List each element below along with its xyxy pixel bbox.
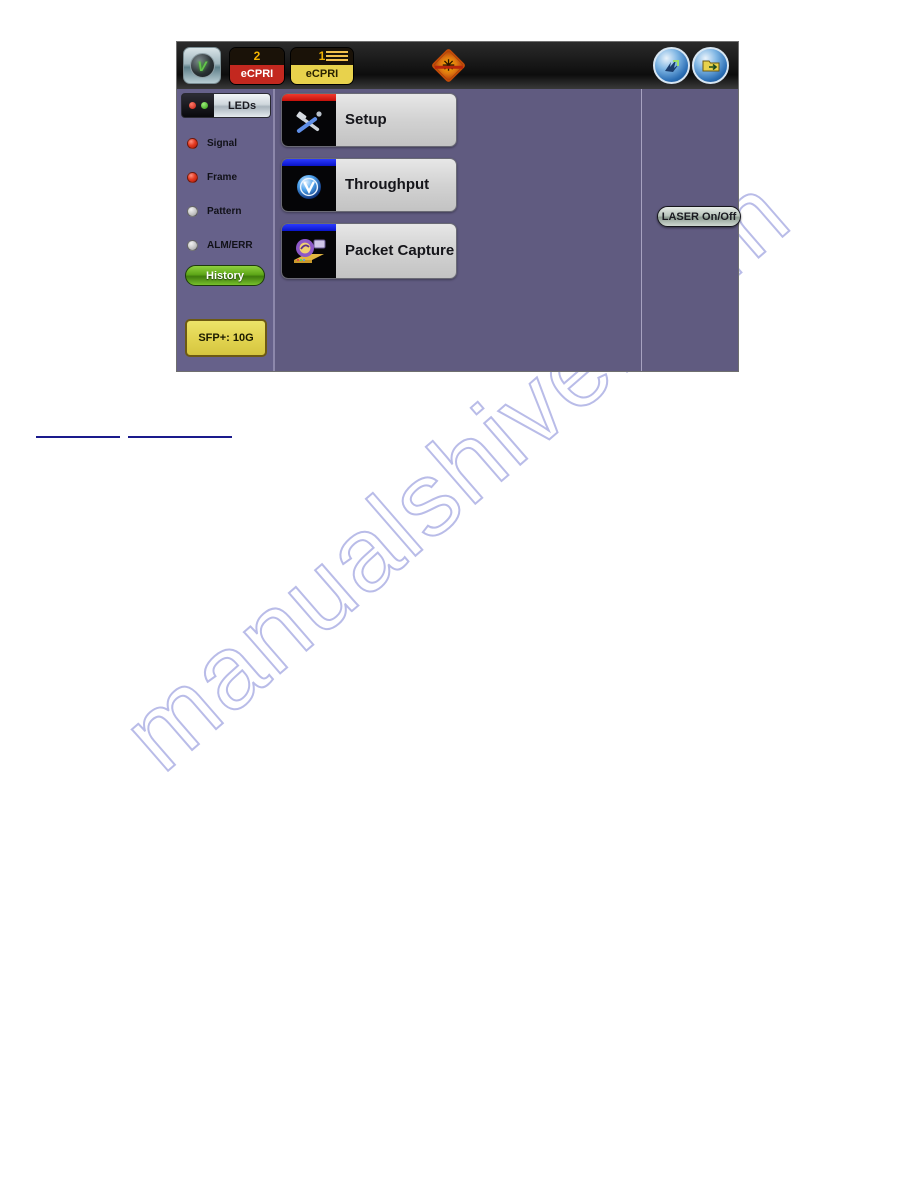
- history-button[interactable]: History: [185, 265, 265, 286]
- frame-led-icon: [187, 171, 198, 183]
- main-menu-panel: Setup Throughput Packet Capture: [277, 89, 641, 371]
- throughput-orb-icon: [282, 159, 336, 211]
- port-tab-1[interactable]: 1 eCPRI: [290, 47, 354, 85]
- footer-links: [36, 424, 232, 438]
- footer-link-1[interactable]: [36, 424, 120, 438]
- menu-item-throughput[interactable]: Throughput: [281, 158, 457, 212]
- device-body: LEDs Signal Frame Pattern ALM/ERR Histor…: [177, 89, 741, 371]
- port-2-number: 2: [230, 48, 284, 65]
- port-1-lines-icon: [326, 51, 348, 62]
- hammer-screwdriver-icon: [282, 94, 336, 146]
- led-row-signal: Signal: [187, 134, 275, 152]
- signal-led-label: Signal: [207, 137, 238, 149]
- leds-header-label: LEDs: [214, 94, 270, 117]
- pattern-led-icon: [187, 205, 198, 217]
- port-tab-2[interactable]: 2 eCPRI: [229, 47, 285, 85]
- vepal-logo-icon[interactable]: V: [183, 47, 221, 84]
- led-row-pattern: Pattern: [187, 202, 275, 220]
- menu-item-setup[interactable]: Setup: [281, 93, 457, 147]
- menu-item-packet-capture[interactable]: Packet Capture: [281, 223, 457, 279]
- laser-on-off-button[interactable]: LASER On/Off: [657, 206, 741, 227]
- led-row-alm-err: ALM/ERR: [187, 236, 275, 254]
- alm-err-led-icon: [187, 239, 198, 251]
- vepal-logo-glyph: V: [189, 53, 215, 78]
- menu-item-packet-capture-label: Packet Capture: [345, 241, 455, 259]
- leds-header[interactable]: LEDs: [181, 93, 271, 118]
- led-row-frame: Frame: [187, 168, 275, 186]
- signal-led-icon: [187, 137, 198, 149]
- packet-capture-icon: [282, 224, 336, 278]
- signal-status-icon[interactable]: [653, 47, 690, 84]
- pattern-led-label: Pattern: [207, 205, 242, 217]
- port-1-label: eCPRI: [291, 65, 353, 84]
- alm-err-led-label: ALM/ERR: [207, 239, 253, 251]
- leds-indicator-dots-icon: [182, 94, 214, 117]
- led-panel: LEDs Signal Frame Pattern ALM/ERR Histor…: [177, 89, 275, 371]
- file-export-icon[interactable]: [692, 47, 729, 84]
- device-screenshot-frame: V 2 eCPRI 1 eCPRI ✳: [176, 41, 741, 372]
- footer-link-2[interactable]: [128, 424, 232, 438]
- port-2-label: eCPRI: [230, 65, 284, 84]
- port-1-number: 1: [291, 48, 353, 65]
- sfp-badge: SFP+: 10G: [185, 319, 267, 357]
- menu-item-setup-label: Setup: [345, 110, 387, 128]
- device-toolbar: V 2 eCPRI 1 eCPRI ✳: [177, 42, 738, 89]
- frame-led-label: Frame: [207, 171, 238, 183]
- menu-item-throughput-label: Throughput: [345, 175, 430, 193]
- laser-off-warning-icon: ✳: [430, 47, 466, 84]
- laser-slash-glyph: [434, 65, 463, 69]
- right-panel: LASER On/Off: [641, 89, 741, 371]
